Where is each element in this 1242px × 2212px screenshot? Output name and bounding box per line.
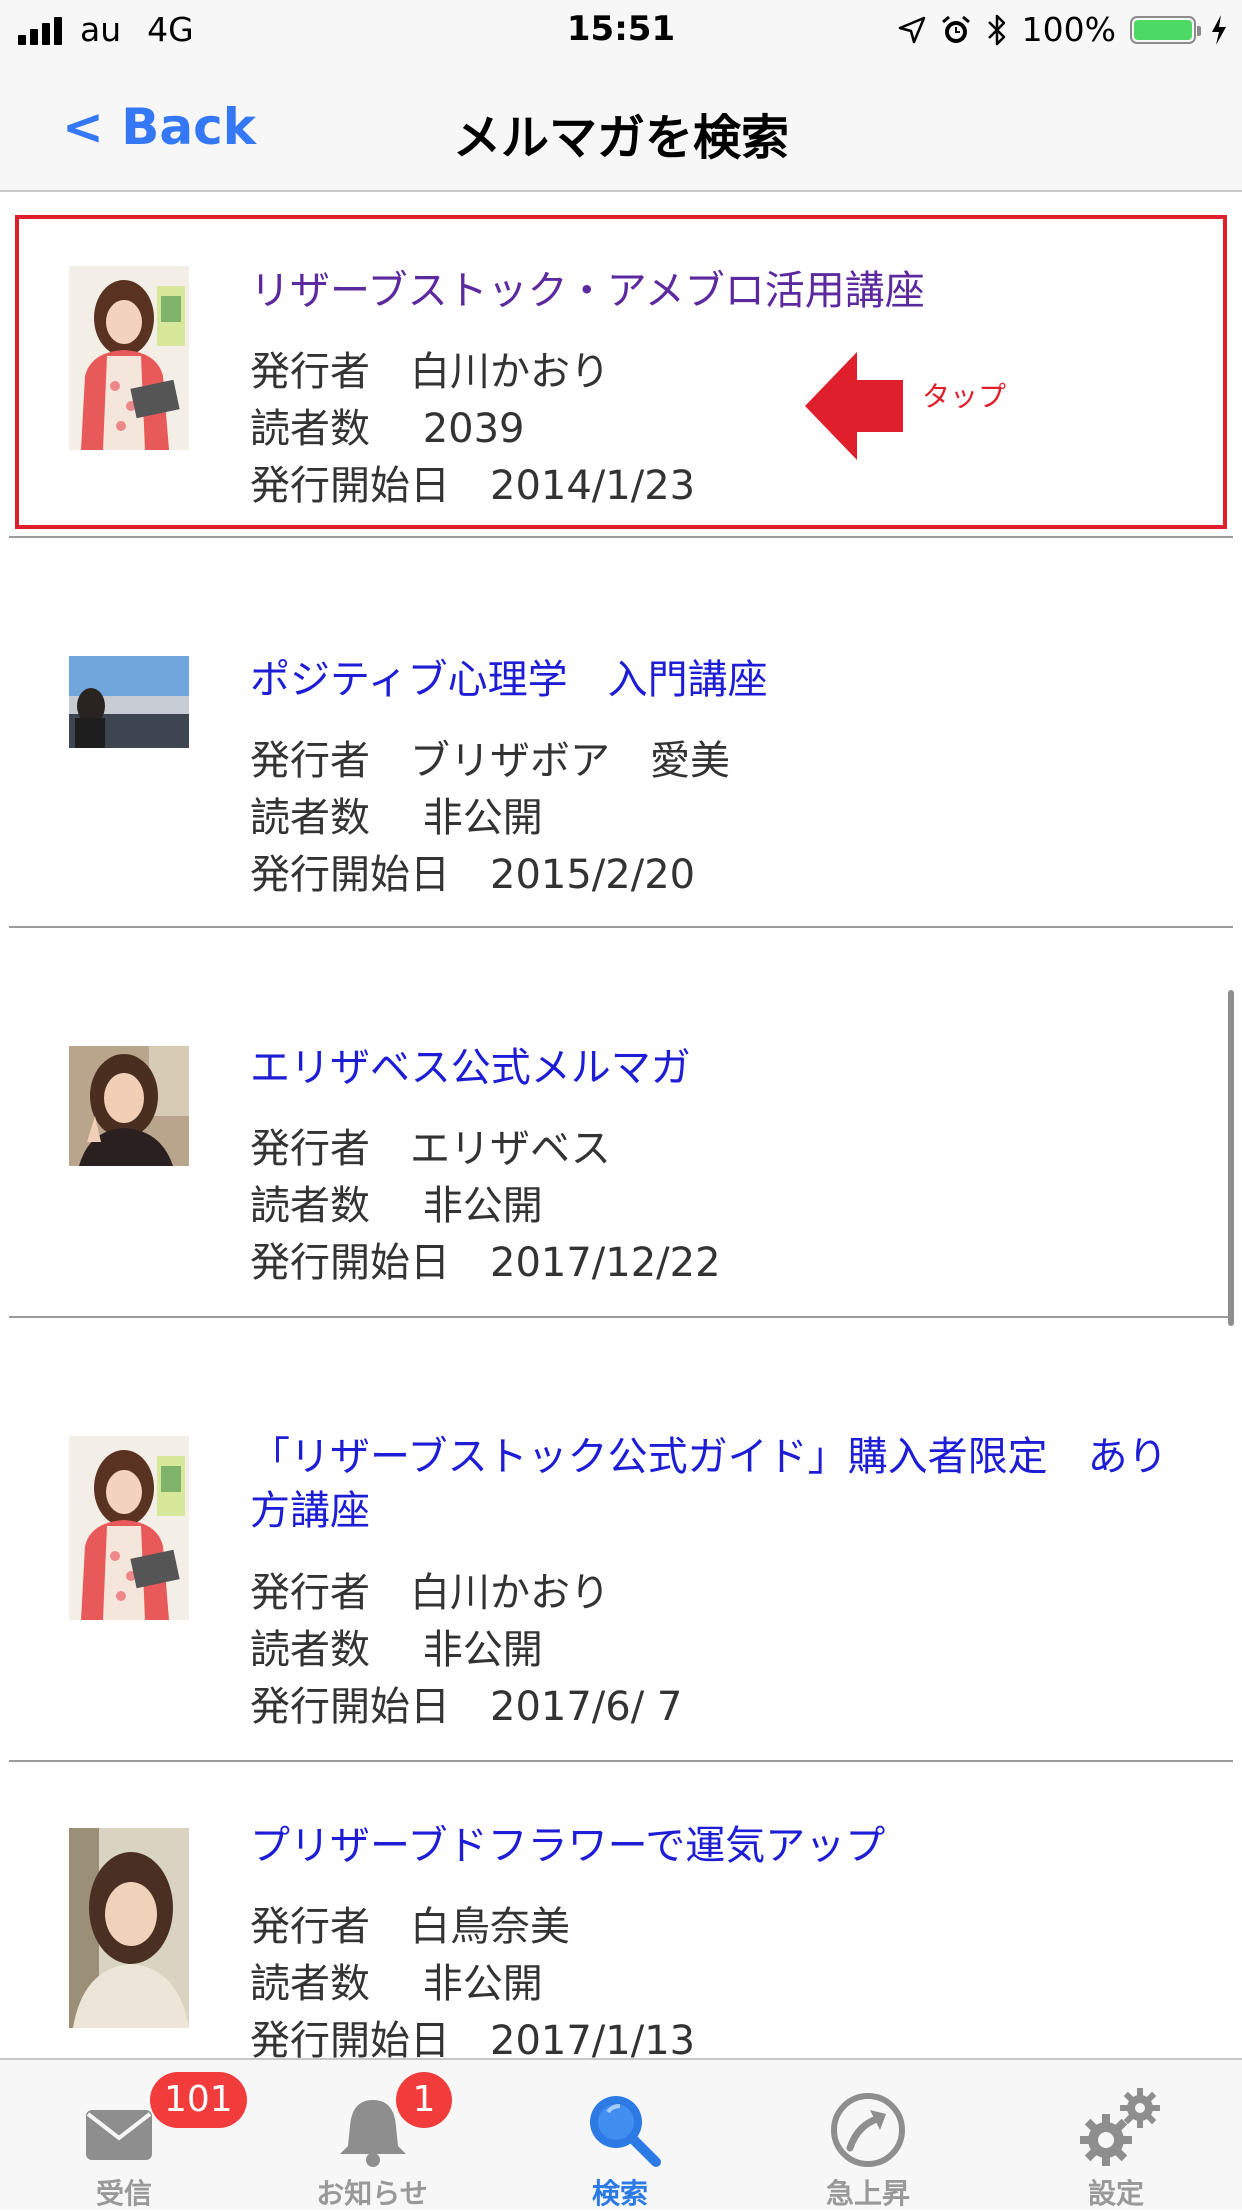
- publisher-text: 発行者 白鳥奈美: [250, 1904, 570, 1950]
- tab-search[interactable]: 検索: [496, 2060, 744, 2210]
- tab-trending[interactable]: 急上昇: [744, 2060, 992, 2210]
- start-date-text: 発行開始日 2014/1/23: [250, 463, 696, 509]
- bluetooth-icon: [987, 14, 1005, 45]
- publisher-text: 発行者 エリザベス: [250, 1126, 611, 1172]
- tab-label: 急上昇: [825, 2177, 910, 2210]
- tab-label: お知らせ: [316, 2177, 428, 2210]
- reader-count-text: 読者数 非公開: [250, 795, 543, 841]
- newsletter-title[interactable]: リザーブストック・アメブロ活用講座: [250, 264, 1182, 318]
- reader-count-text: 読者数 非公開: [250, 1627, 543, 1673]
- mail-icon: [86, 2110, 152, 2160]
- search-icon: [590, 2096, 661, 2167]
- tab-settings[interactable]: 設定: [992, 2060, 1240, 2210]
- publisher-text: 発行者 ブリザボア 愛美: [250, 738, 730, 784]
- page-title: メルマガを検索: [452, 110, 789, 166]
- publisher-photo: [69, 1828, 189, 2028]
- list-item[interactable]: ポジティブ心理学 入門講座 発行者 ブリザボア 愛美 読者数 非公開 発行開始日…: [0, 538, 1242, 928]
- publisher-text: 発行者 白川かおり: [250, 1570, 610, 1616]
- charging-bolt-icon: [1212, 14, 1226, 45]
- newsletter-title[interactable]: ポジティブ心理学 入門講座: [250, 653, 1182, 707]
- status-bar: au 4G 15:51 100%: [0, 0, 1242, 62]
- list-item[interactable]: リザーブストック・アメブロ活用講座 発行者 白川かおり 読者数 2039 発行開…: [0, 192, 1242, 538]
- reader-count-text: 読者数 非公開: [250, 1961, 543, 2007]
- battery-percent: 100%: [1021, 10, 1116, 49]
- reader-count-text: 読者数 2039: [250, 406, 525, 452]
- publisher-photo: [69, 1046, 189, 1166]
- reader-count-text: 読者数 非公開: [250, 1183, 543, 1229]
- tab-label: 設定: [1087, 2177, 1144, 2210]
- battery-icon: [1130, 15, 1201, 44]
- start-date-text: 発行開始日 2015/2/20: [250, 852, 696, 898]
- publisher-photo: [69, 266, 189, 450]
- navigation-bar: < Back メルマガを検索: [0, 62, 1242, 192]
- tab-inbox[interactable]: 101 受信: [0, 2060, 248, 2210]
- list-item[interactable]: エリザベス公式メルマガ 発行者 エリザベス 読者数 非公開 発行開始日 2017…: [0, 928, 1242, 1318]
- trending-arrow-icon: [831, 2093, 905, 2167]
- tab-label: 検索: [591, 2177, 648, 2210]
- gear-icon: [1080, 2088, 1160, 2166]
- newsletter-title[interactable]: 「リザーブストック公式ガイド」購入者限定 あり方講座: [250, 1430, 1182, 1538]
- start-date-text: 発行開始日 2017/12/22: [250, 1240, 721, 1286]
- list-item[interactable]: 「リザーブストック公式ガイド」購入者限定 あり方講座 発行者 白川かおり 読者数…: [0, 1318, 1242, 1762]
- tab-bar: 101 受信 1 お知らせ 検索 急上昇 設定: [0, 2058, 1242, 2210]
- publisher-photo: [69, 656, 189, 748]
- start-date-text: 発行開始日 2017/1/13: [250, 2018, 696, 2058]
- notifications-badge: 1: [396, 2072, 452, 2128]
- publisher-text: 発行者 白川かおり: [250, 349, 610, 395]
- publisher-photo: [69, 1436, 189, 1620]
- start-date-text: 発行開始日 2017/6/ 7: [250, 1684, 683, 1730]
- list-item[interactable]: プリザーブドフラワーで運気アップ 発行者 白鳥奈美 読者数 非公開 発行開始日 …: [0, 1762, 1242, 2058]
- newsletter-title[interactable]: エリザベス公式メルマガ: [250, 1041, 1182, 1095]
- alarm-icon: [941, 15, 970, 43]
- newsletter-title[interactable]: プリザーブドフラワーで運気アップ: [250, 1819, 1182, 1873]
- inbox-badge: 101: [150, 2072, 247, 2128]
- tap-annotation: タップ: [922, 380, 1007, 413]
- location-arrow-icon: [898, 16, 925, 43]
- scrollbar[interactable]: [1228, 990, 1234, 1326]
- tab-notifications[interactable]: 1 お知らせ: [248, 2060, 496, 2210]
- newsletter-list: リザーブストック・アメブロ活用講座 発行者 白川かおり 読者数 2039 発行開…: [0, 192, 1242, 2058]
- red-arrow-icon: [805, 352, 903, 460]
- tab-label: 受信: [95, 2177, 152, 2210]
